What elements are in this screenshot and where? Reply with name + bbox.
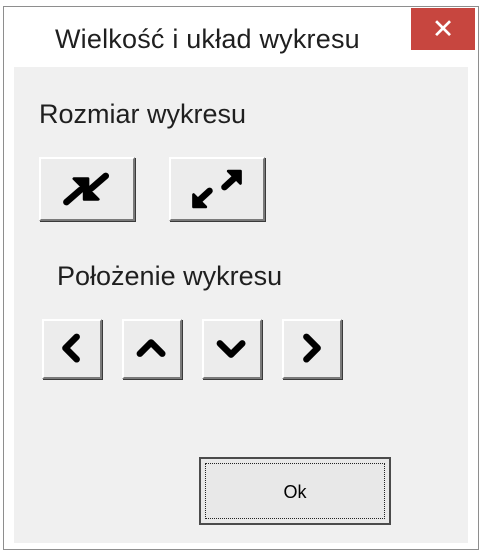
dialog-body: Rozmiar wykresu Położenie wykresu Ok [14,67,468,543]
close-button[interactable]: ✕ [411,8,475,50]
ok-button-label: Ok [205,463,385,519]
enlarge-chart-button[interactable] [169,157,265,221]
chevron-left-icon [62,333,80,363]
close-icon: ✕ [431,14,455,44]
window-title: Wielkość i układ wykresu [55,24,360,54]
move-left-button[interactable] [42,319,102,379]
size-section-label: Rozmiar wykresu [39,99,247,129]
title-bar[interactable]: Wielkość i układ wykresu ✕ [4,7,478,67]
chevron-down-icon [216,340,246,358]
dialog-window: Wielkość i układ wykresu ✕ Rozmiar wykre… [3,6,479,550]
ok-button[interactable]: Ok [199,457,391,525]
chevron-right-icon [303,333,321,363]
move-right-button[interactable] [282,319,342,379]
move-up-button[interactable] [122,319,182,379]
chevron-up-icon [136,339,166,357]
shrink-chart-button[interactable] [39,157,135,221]
shrink-arrows-icon [63,172,110,206]
position-section-label: Położenie wykresu [57,261,283,291]
move-down-button[interactable] [202,319,262,379]
expand-arrows-icon [192,169,242,209]
